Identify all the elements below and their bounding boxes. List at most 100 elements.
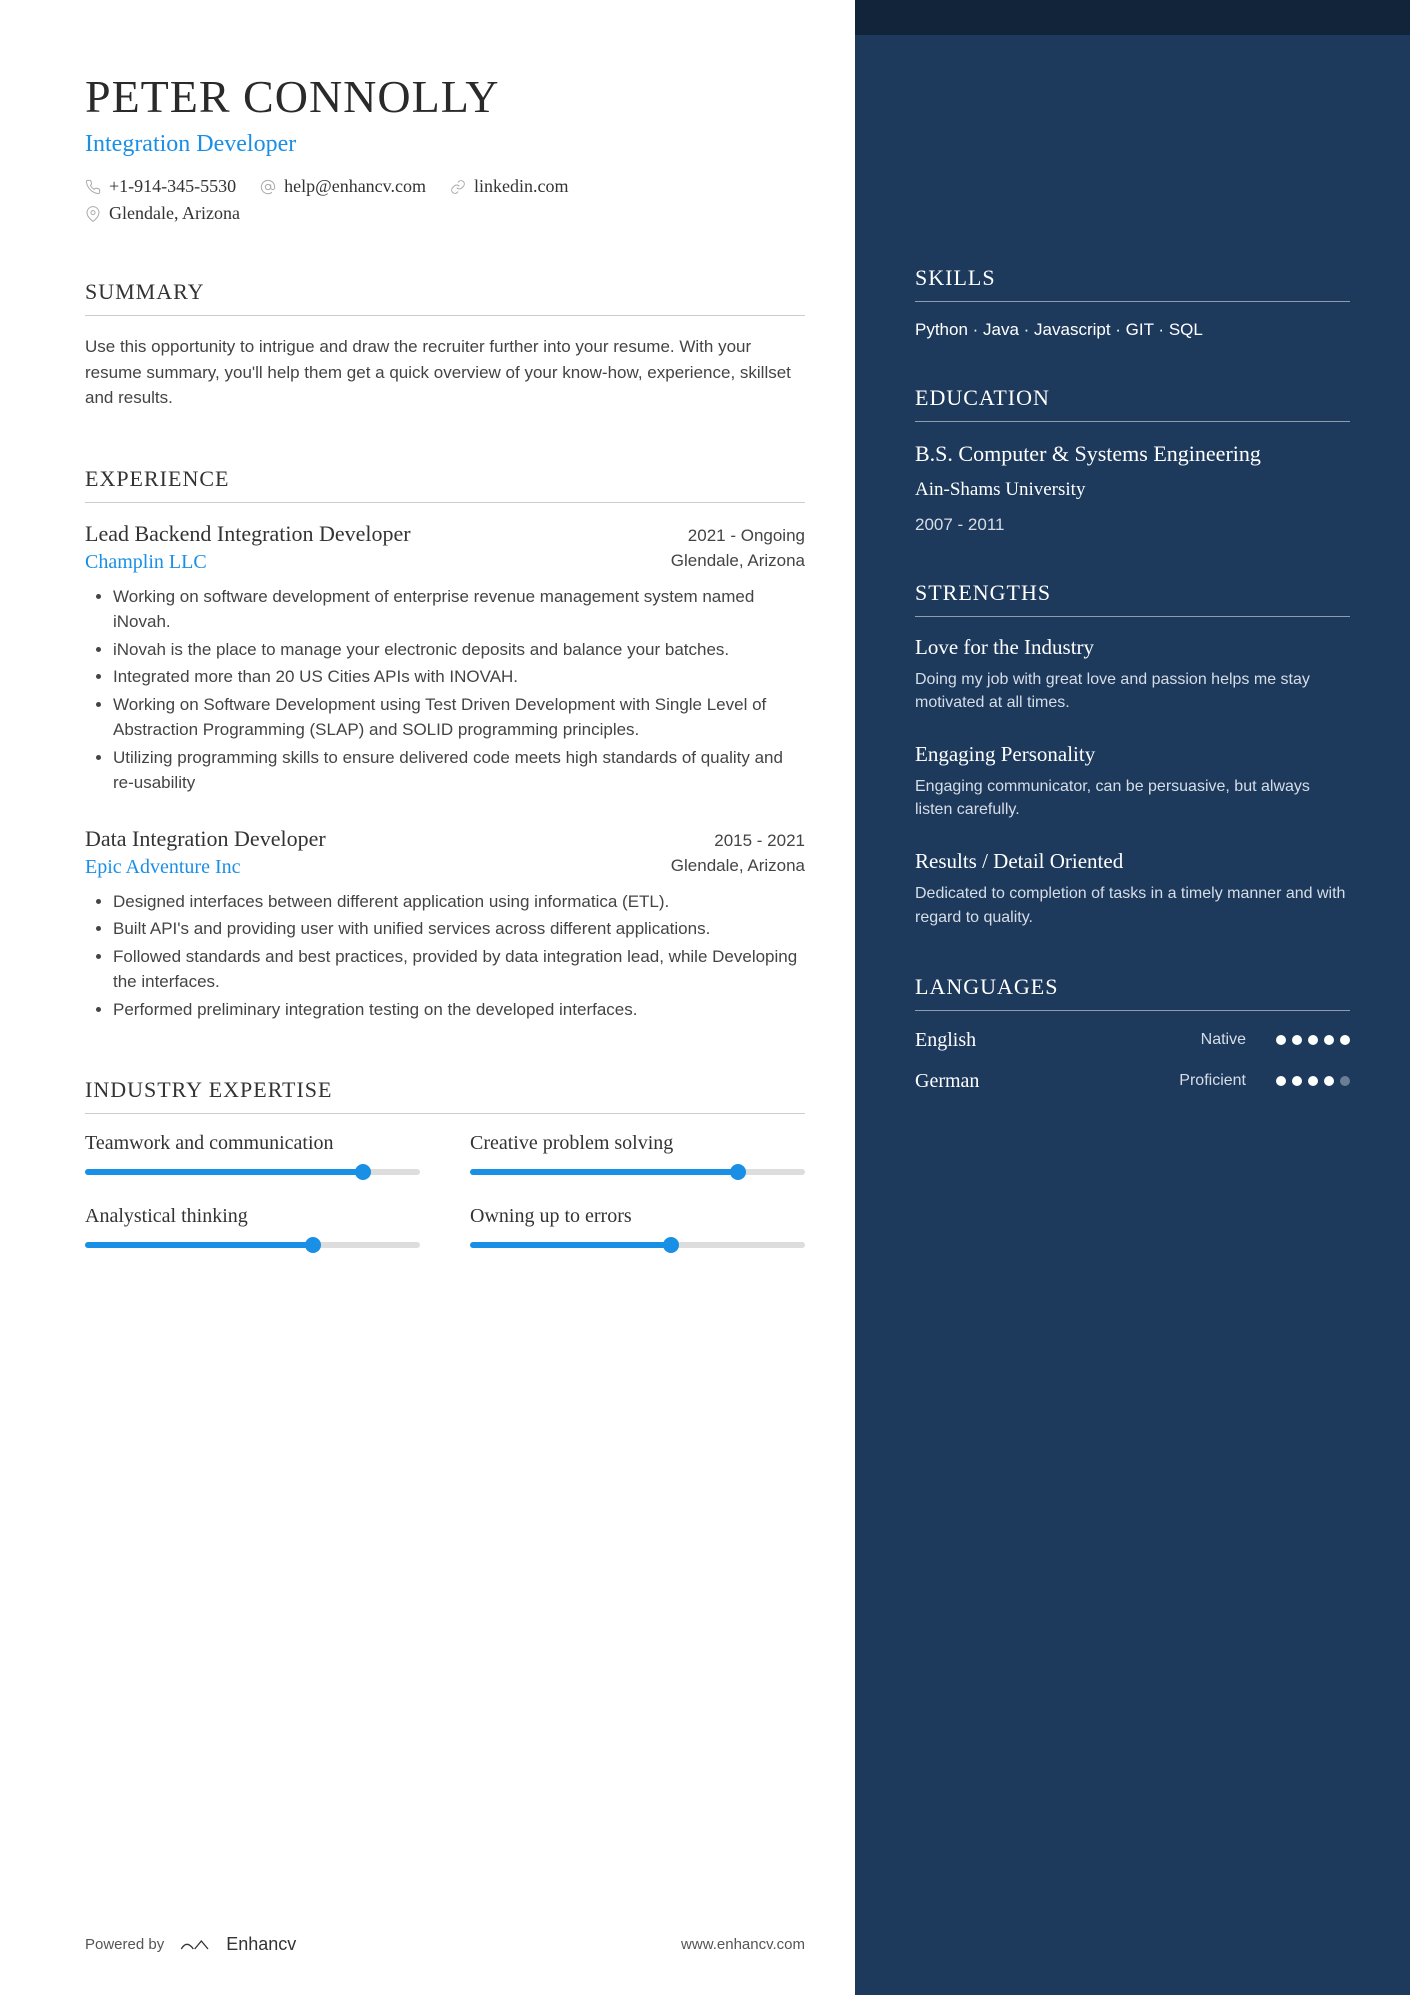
education-dates: 2007 - 2011 (915, 515, 1350, 535)
job-bullet: iNovah is the place to manage your elect… (113, 637, 805, 663)
experience-heading: EXPERIENCE (85, 466, 805, 503)
slider-knob (355, 1164, 371, 1180)
education-section: EDUCATION B.S. Computer & Systems Engine… (915, 385, 1350, 535)
brand-name: Enhancv (226, 1934, 296, 1955)
expertise-label: Owning up to errors (470, 1205, 805, 1228)
strength-item: Engaging Personality Engaging communicat… (915, 742, 1350, 821)
expertise-heading: INDUSTRY EXPERTISE (85, 1077, 805, 1114)
link-icon (450, 179, 466, 195)
strengths-heading: STRENGTHS (915, 580, 1350, 617)
education-degree: B.S. Computer & Systems Engineering (915, 440, 1350, 469)
slider-knob (305, 1237, 321, 1253)
footer-url: www.enhancv.com (681, 1936, 805, 1953)
rating-dot (1292, 1035, 1302, 1045)
footer: Powered by Enhancv www.enhancv.com (85, 1934, 805, 1955)
strength-title: Engaging Personality (915, 742, 1350, 767)
expertise-section: INDUSTRY EXPERTISE Teamwork and communic… (85, 1077, 805, 1248)
language-row: German Proficient (915, 1070, 1350, 1093)
rating-dot (1324, 1035, 1334, 1045)
slider-fill (470, 1169, 738, 1175)
language-dots (1276, 1076, 1350, 1086)
rating-dot (1340, 1076, 1350, 1086)
expertise-label: Creative problem solving (470, 1132, 805, 1155)
rating-dot (1308, 1035, 1318, 1045)
strength-desc: Dedicated to completion of tasks in a ti… (915, 882, 1350, 928)
languages-section: LANGUAGES English Native German Proficie… (915, 974, 1350, 1093)
job-dates: 2015 - 2021 (714, 831, 805, 851)
location-text: Glendale, Arizona (109, 203, 240, 224)
experience-section: EXPERIENCE Lead Backend Integration Deve… (85, 466, 805, 1023)
skills-list: Python · Java · Javascript · GIT · SQL (915, 320, 1350, 340)
job-bullet: Designed interfaces between different ap… (113, 889, 805, 915)
strength-desc: Doing my job with great love and passion… (915, 668, 1350, 714)
rating-dot (1276, 1035, 1286, 1045)
expertise-label: Teamwork and communication (85, 1132, 420, 1155)
phone-text: +1-914-345-5530 (109, 176, 236, 197)
summary-text: Use this opportunity to intrigue and dra… (85, 334, 805, 411)
slider-fill (470, 1242, 671, 1248)
job-bullet: Integrated more than 20 US Cities APIs w… (113, 664, 805, 690)
job-item: Data Integration Developer 2015 - 2021 E… (85, 826, 805, 1023)
job-title: Lead Backend Integration Developer (85, 521, 411, 547)
language-dots (1276, 1035, 1350, 1045)
slider-fill (85, 1169, 363, 1175)
strength-title: Results / Detail Oriented (915, 849, 1350, 874)
strength-item: Results / Detail Oriented Dedicated to c… (915, 849, 1350, 928)
expertise-item: Teamwork and communication (85, 1132, 420, 1175)
summary-section: SUMMARY Use this opportunity to intrigue… (85, 279, 805, 411)
at-icon (260, 179, 276, 195)
languages-heading: LANGUAGES (915, 974, 1350, 1011)
job-bullet: Built API's and providing user with unif… (113, 916, 805, 942)
person-title: Integration Developer (85, 131, 805, 158)
linkedin-text: linkedin.com (474, 176, 568, 197)
expertise-item: Analystical thinking (85, 1205, 420, 1248)
powered-by-label: Powered by (85, 1936, 164, 1953)
rating-dot (1308, 1076, 1318, 1086)
contact-phone: +1-914-345-5530 (85, 176, 236, 197)
expertise-slider (470, 1242, 805, 1248)
job-company: Epic Adventure Inc (85, 856, 241, 879)
expertise-slider (85, 1242, 420, 1248)
job-company: Champlin LLC (85, 551, 207, 574)
education-school: Ain-Shams University (915, 479, 1350, 501)
rating-dot (1324, 1076, 1334, 1086)
slider-fill (85, 1242, 313, 1248)
contact-email: help@enhancv.com (260, 176, 426, 197)
expertise-item: Owning up to errors (470, 1205, 805, 1248)
language-level: Proficient (1179, 1072, 1246, 1090)
contact-location: Glendale, Arizona (85, 203, 240, 224)
job-bullet: Working on software development of enter… (113, 584, 805, 635)
skills-heading: SKILLS (915, 265, 1350, 302)
expertise-item: Creative problem solving (470, 1132, 805, 1175)
job-bullet: Followed standards and best practices, p… (113, 944, 805, 995)
brand-logo: Enhancv (180, 1934, 296, 1955)
education-heading: EDUCATION (915, 385, 1350, 422)
language-name: German (915, 1070, 1179, 1093)
language-row: English Native (915, 1029, 1350, 1052)
job-title: Data Integration Developer (85, 826, 326, 852)
job-bullet: Utilizing programming skills to ensure d… (113, 745, 805, 796)
location-icon (85, 206, 101, 222)
slider-knob (730, 1164, 746, 1180)
expertise-label: Analystical thinking (85, 1205, 420, 1228)
strength-desc: Engaging communicator, can be persuasive… (915, 775, 1350, 821)
phone-icon (85, 179, 101, 195)
job-bullet: Performed preliminary integration testin… (113, 997, 805, 1023)
job-location: Glendale, Arizona (671, 551, 805, 574)
rating-dot (1292, 1076, 1302, 1086)
skills-section: SKILLS Python · Java · Javascript · GIT … (915, 265, 1350, 340)
summary-heading: SUMMARY (85, 279, 805, 316)
expertise-slider (470, 1169, 805, 1175)
strengths-section: STRENGTHS Love for the Industry Doing my… (915, 580, 1350, 929)
person-name: PETER CONNOLLY (85, 70, 805, 123)
email-text: help@enhancv.com (284, 176, 426, 197)
strength-item: Love for the Industry Doing my job with … (915, 635, 1350, 714)
language-name: English (915, 1029, 1201, 1052)
job-bullet: Working on Software Development using Te… (113, 692, 805, 743)
job-dates: 2021 - Ongoing (688, 526, 805, 546)
expertise-slider (85, 1169, 420, 1175)
strength-title: Love for the Industry (915, 635, 1350, 660)
job-location: Glendale, Arizona (671, 856, 805, 879)
rating-dot (1276, 1076, 1286, 1086)
contact-linkedin: linkedin.com (450, 176, 568, 197)
